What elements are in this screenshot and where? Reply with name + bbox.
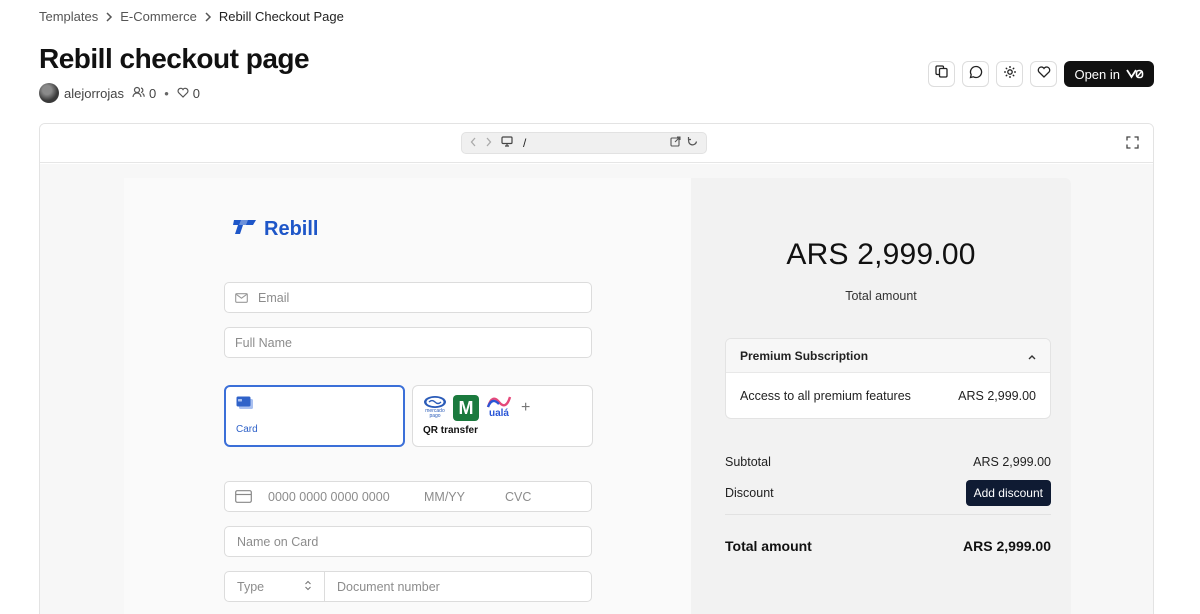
full-name-placeholder: Full Name	[235, 335, 292, 350]
settings-button[interactable]	[996, 61, 1024, 87]
uala-logo: ualá	[485, 395, 513, 421]
discount-row: Discount Add discount	[725, 480, 1051, 506]
total-amount-caption: Total amount	[845, 289, 917, 303]
plan-price: ARS 2,999.00	[958, 389, 1036, 403]
plus-icon: +	[521, 399, 531, 416]
add-discount-button[interactable]: Add discount	[965, 480, 1051, 506]
heart-icon	[177, 86, 189, 101]
preview-toolbar: /	[40, 124, 1153, 163]
plan-description: Access to all premium features	[740, 389, 911, 403]
full-name-field[interactable]: Full Name	[224, 327, 592, 358]
comment-icon	[969, 65, 983, 84]
preview-frame: / Rebill Email Full Name Card mercado pa…	[39, 123, 1154, 614]
email-placeholder: Email	[258, 290, 290, 305]
card-details-field[interactable]: 0000 0000 0000 0000 MM/YY CVC	[224, 481, 592, 512]
users-count: 0	[132, 86, 156, 101]
chevron-up-icon[interactable]	[1028, 349, 1036, 363]
copy-icon	[935, 65, 949, 83]
payment-option-card[interactable]: Card	[224, 385, 405, 447]
name-on-card-placeholder: Name on Card	[237, 534, 319, 549]
document-number-input[interactable]: Document number	[325, 580, 440, 594]
author-name[interactable]: alejorrojas	[64, 86, 124, 101]
back-icon[interactable]	[470, 136, 477, 150]
card-option-label: Card	[236, 424, 258, 435]
document-type-select[interactable]: Type	[225, 572, 325, 601]
payment-option-qr[interactable]: mercado pago M ualá + QR transfer	[412, 385, 593, 447]
card-number-input[interactable]: 0000 0000 0000 0000	[268, 490, 390, 504]
preview-url-bar[interactable]: /	[461, 132, 707, 154]
expiry-input[interactable]: MM/YY	[424, 490, 465, 504]
total-amount-large: ARS 2,999.00	[786, 238, 976, 271]
author-meta: alejorrojas 0 • 0	[39, 83, 200, 103]
v0-logo-icon	[1126, 67, 1144, 82]
mail-icon	[235, 292, 248, 303]
separator-dot: •	[164, 85, 169, 101]
like-button[interactable]	[1030, 61, 1058, 87]
checkout-container: Rebill Email Full Name Card mercado pago…	[124, 178, 1071, 614]
monitor-icon[interactable]	[501, 136, 513, 150]
preview-body: Rebill Email Full Name Card mercado pago…	[40, 164, 1153, 614]
template-actions: Open in	[928, 61, 1154, 87]
cvc-input[interactable]: CVC	[505, 490, 531, 504]
brand-name: Rebill	[264, 217, 319, 240]
avatar[interactable]	[39, 83, 59, 103]
external-link-icon[interactable]	[670, 136, 681, 150]
breadcrumb-templates[interactable]: Templates	[39, 9, 98, 24]
total-value: ARS 2,999.00	[963, 538, 1051, 554]
chevron-up-down-icon	[304, 580, 312, 594]
subtotal-row: Subtotal ARS 2,999.00	[725, 455, 1051, 469]
credit-card-icon	[236, 396, 254, 414]
order-summary-pane: ARS 2,999.00 Total amount Premium Subscr…	[691, 178, 1071, 614]
breadcrumb-current: Rebill Checkout Page	[218, 9, 344, 24]
copy-button[interactable]	[928, 61, 956, 87]
chevron-right-icon	[105, 11, 113, 22]
gear-icon	[1003, 65, 1017, 84]
plan-card: Premium Subscription Access to all premi…	[725, 338, 1051, 419]
plan-card-body: Access to all premium features ARS 2,999…	[726, 373, 1050, 418]
qr-option-label: QR transfer	[423, 425, 479, 436]
open-in-button[interactable]: Open in	[1064, 61, 1154, 87]
plan-title: Premium Subscription	[740, 348, 869, 363]
plan-card-header[interactable]: Premium Subscription	[726, 339, 1050, 373]
credit-card-outline-icon	[235, 490, 252, 503]
page-title: Rebill checkout page	[39, 43, 310, 74]
breadcrumb-ecommerce[interactable]: E-Commerce	[120, 9, 197, 24]
forward-icon[interactable]	[485, 136, 492, 150]
users-icon	[132, 86, 145, 101]
breadcrumb: Templates E-Commerce Rebill Checkout Pag…	[39, 9, 344, 24]
discount-label: Discount	[725, 486, 774, 500]
subtotal-value: ARS 2,999.00	[973, 455, 1051, 469]
summary-divider	[725, 514, 1051, 515]
rebill-logo: Rebill	[232, 217, 318, 241]
refresh-icon[interactable]	[687, 136, 698, 150]
url-path: /	[523, 136, 527, 150]
modo-logo: M	[453, 395, 479, 421]
chevron-right-icon	[204, 11, 212, 22]
checkout-form-pane: Rebill Email Full Name Card mercado pago…	[124, 178, 691, 614]
subtotal-label: Subtotal	[725, 455, 771, 469]
total-label: Total amount	[725, 538, 812, 554]
mercado-pago-logo: mercado pago	[423, 395, 447, 421]
likes-count: 0	[177, 86, 200, 101]
document-field: Type Document number	[224, 571, 592, 602]
document-type-label: Type	[237, 579, 265, 594]
total-row: Total amount ARS 2,999.00	[725, 538, 1051, 554]
name-on-card-field[interactable]: Name on Card	[224, 526, 592, 557]
rebill-logo-icon	[232, 217, 258, 241]
fullscreen-icon[interactable]	[1126, 136, 1139, 154]
heart-icon	[1037, 65, 1051, 83]
email-field[interactable]: Email	[224, 282, 592, 313]
comment-button[interactable]	[962, 61, 990, 87]
